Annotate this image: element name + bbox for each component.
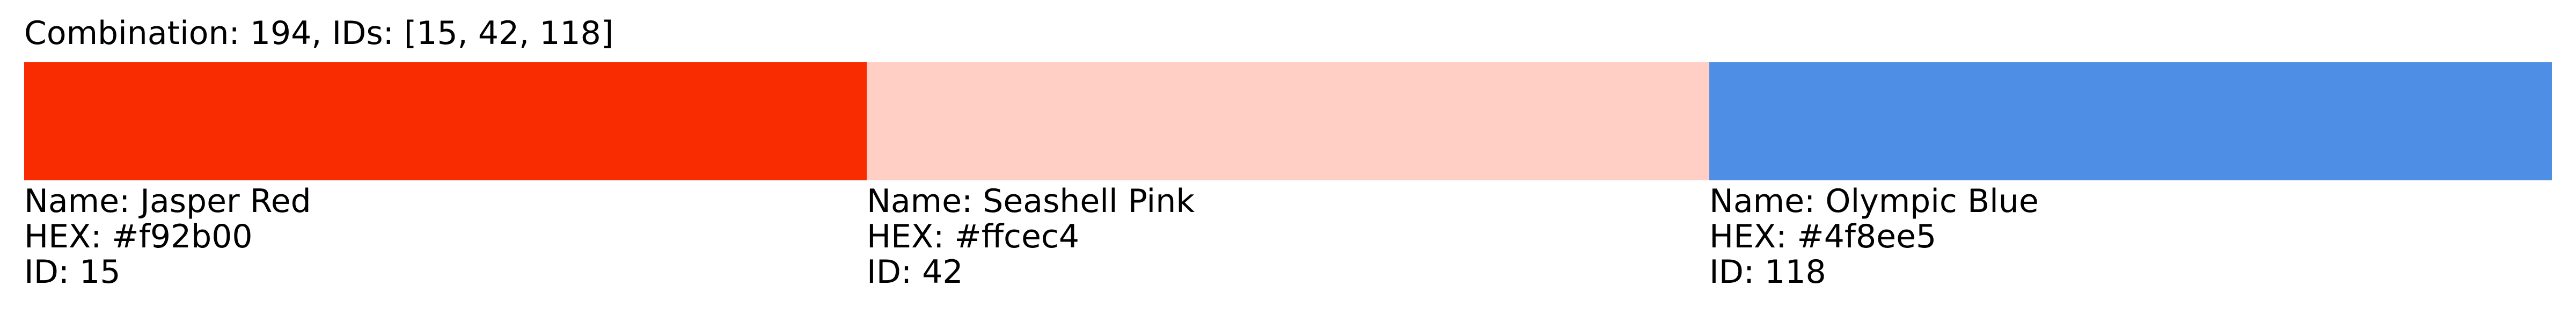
- color-id: ID: 15: [24, 253, 121, 291]
- color-hex: HEX: #4f8ee5: [1709, 218, 1937, 255]
- color-swatch-seashell-pink: [867, 62, 1709, 180]
- color-labels: Name: Jasper Red HEX: #f92b00 ID: 15 Nam…: [24, 184, 2552, 290]
- color-hex: HEX: #ffcec4: [867, 218, 1080, 255]
- combination-title: Combination: 194, IDs: [15, 42, 118]: [24, 14, 614, 52]
- color-label-olympic-blue: Name: Olympic Blue HEX: #4f8ee5 ID: 118: [1709, 184, 2552, 290]
- color-swatch-strip: [24, 62, 2552, 180]
- color-name: Name: Olympic Blue: [1709, 182, 2039, 220]
- color-id: ID: 42: [867, 253, 963, 291]
- color-id: ID: 118: [1709, 253, 1826, 291]
- color-name: Name: Seashell Pink: [867, 182, 1195, 220]
- color-swatch-olympic-blue: [1709, 62, 2552, 180]
- color-name: Name: Jasper Red: [24, 182, 311, 220]
- color-swatch-jasper-red: [24, 62, 867, 180]
- color-label-seashell-pink: Name: Seashell Pink HEX: #ffcec4 ID: 42: [867, 184, 1709, 290]
- color-hex: HEX: #f92b00: [24, 218, 253, 255]
- color-label-jasper-red: Name: Jasper Red HEX: #f92b00 ID: 15: [24, 184, 867, 290]
